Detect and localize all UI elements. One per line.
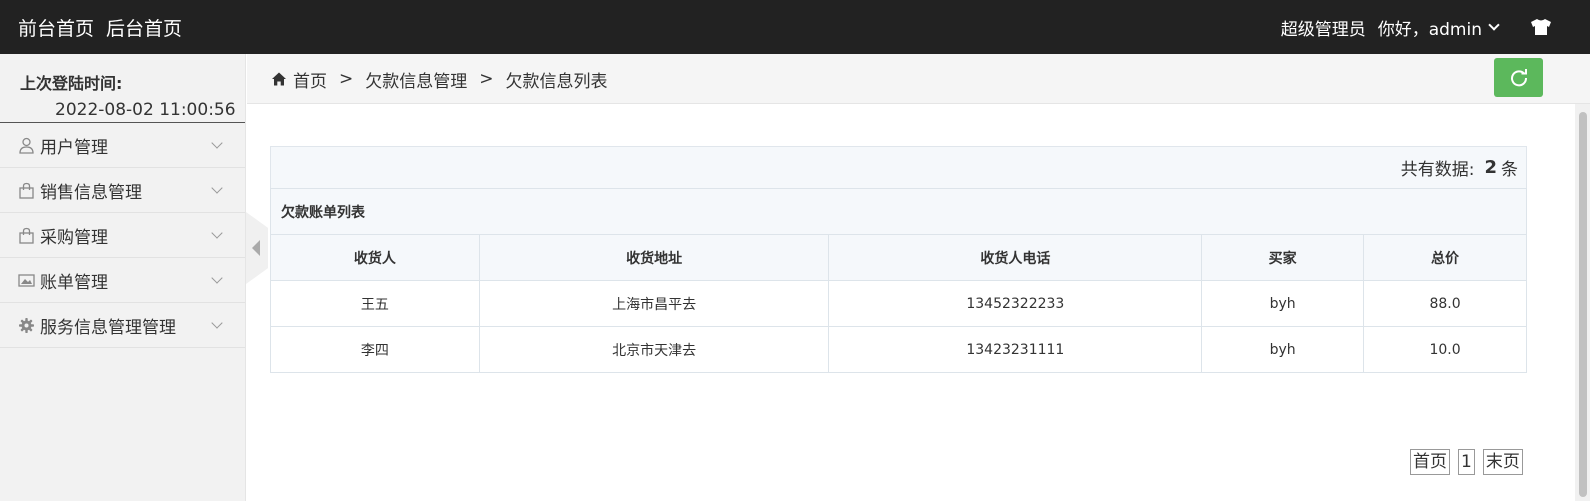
debt-table: 收货人 收货地址 收货人电话 买家 总价 王五 上海市昌平去 134523222… — [270, 234, 1527, 373]
scrollbar-thumb[interactable] — [1579, 112, 1587, 497]
sidebar-item-label: 用户管理 — [40, 137, 108, 158]
sidebar: 上次登陆时间: 2022-08-02 11:00:56 用户管理 销售信息管理 … — [0, 54, 246, 501]
column-header-phone: 收货人电话 — [828, 234, 1203, 281]
top-header: 前台首页 后台首页 超级管理员 你好，admin — [0, 0, 1590, 54]
top-nav: 前台首页 后台首页 — [18, 0, 194, 54]
cell-phone: 13452322233 — [828, 280, 1203, 327]
shopping-bag-icon — [19, 227, 34, 244]
sidebar-collapse-handle[interactable] — [246, 212, 268, 284]
chevron-down-icon — [211, 272, 223, 284]
last-login-label: 上次登陆时间: — [20, 74, 123, 93]
pager-first-button[interactable]: 首页 — [1410, 449, 1450, 475]
table-header-row: 收货人 收货地址 收货人电话 买家 总价 — [270, 234, 1527, 281]
cell-buyer: byh — [1201, 326, 1365, 373]
cell-total: 88.0 — [1363, 280, 1527, 327]
pager-last-button[interactable]: 末页 — [1482, 449, 1523, 475]
record-count-bar: 共有数据: 2 条 — [270, 146, 1527, 189]
user-menu-toggle[interactable]: 你好，admin — [1377, 15, 1500, 40]
chevron-down-icon — [211, 317, 223, 329]
cell-phone: 13423231111 — [828, 326, 1203, 373]
record-count-label: 共有数据: — [1400, 160, 1475, 180]
refresh-button[interactable] — [1494, 58, 1543, 97]
breadcrumb-current: 欠款信息列表 — [505, 71, 608, 92]
sidebar-item-purchase[interactable]: 采购管理 — [0, 213, 245, 258]
pagination: 首页 1 末页 — [1402, 449, 1523, 475]
sidebar-item-label: 服务信息管理管理 — [40, 317, 176, 338]
picture-icon — [18, 273, 35, 287]
refresh-icon — [1510, 68, 1527, 86]
sidebar-item-label: 账单管理 — [40, 272, 108, 293]
table-caption: 欠款账单列表 — [270, 188, 1527, 234]
greeting: 你好，admin — [1377, 19, 1482, 40]
last-login-time: 2022-08-02 11:00:56 — [55, 100, 236, 120]
cell-address: 北京市天津去 — [478, 326, 830, 373]
chevron-down-icon — [211, 137, 223, 149]
breadcrumb-separator: > — [339, 69, 354, 89]
sidebar-item-label: 采购管理 — [40, 227, 108, 248]
tshirt-icon[interactable] — [1530, 18, 1552, 36]
table-row: 王五 上海市昌平去 13452322233 byh 88.0 — [270, 280, 1527, 327]
column-header-total: 总价 — [1363, 234, 1527, 281]
backend-home-link[interactable]: 后台首页 — [106, 14, 182, 41]
record-count-value: 2 — [1484, 157, 1497, 178]
cell-receiver: 李四 — [270, 326, 480, 373]
breadcrumb-bar: 首页 > 欠款信息管理 > 欠款信息列表 — [247, 54, 1590, 104]
sidebar-item-user-management[interactable]: 用户管理 — [0, 123, 245, 168]
user-icon — [19, 137, 34, 154]
sidebar-item-sales-info[interactable]: 销售信息管理 — [0, 168, 245, 213]
pager-page-1[interactable]: 1 — [1458, 449, 1475, 475]
cell-receiver: 王五 — [270, 280, 480, 327]
frontend-home-link[interactable]: 前台首页 — [18, 14, 94, 41]
last-login-panel: 上次登陆时间: 2022-08-02 11:00:56 — [0, 54, 245, 123]
breadcrumb-debt-management[interactable]: 欠款信息管理 — [365, 67, 467, 92]
chevron-down-icon — [211, 182, 223, 194]
breadcrumb-separator: > — [479, 69, 494, 89]
debt-table-panel: 欠款账单列表 收货人 收货地址 收货人电话 买家 总价 王五 上海市昌平去 13… — [270, 188, 1527, 373]
breadcrumb: 首页 > 欠款信息管理 > 欠款信息列表 — [271, 54, 608, 104]
record-count-unit: 条 — [1501, 160, 1518, 180]
gear-icon — [19, 317, 34, 333]
column-header-receiver: 收货人 — [270, 234, 480, 281]
chevron-down-icon — [211, 227, 223, 239]
breadcrumb-home[interactable]: 首页 — [293, 67, 327, 92]
sidebar-item-label: 销售信息管理 — [40, 182, 142, 203]
user-role: 超级管理员 — [1280, 19, 1366, 40]
cell-address: 上海市昌平去 — [478, 280, 830, 327]
user-area: 超级管理员 你好，admin — [1281, 0, 1590, 54]
shopping-bag-icon — [19, 182, 34, 199]
sidebar-item-service-info[interactable]: 服务信息管理管理 — [0, 303, 245, 348]
cell-total: 10.0 — [1363, 326, 1527, 373]
column-header-address: 收货地址 — [478, 234, 830, 281]
home-icon — [272, 72, 286, 86]
sidebar-item-bills[interactable]: 账单管理 — [0, 258, 245, 303]
column-header-buyer: 买家 — [1201, 234, 1365, 281]
cell-buyer: byh — [1201, 280, 1365, 327]
chevron-down-icon — [1488, 19, 1500, 31]
table-row: 李四 北京市天津去 13423231111 byh 10.0 — [270, 326, 1527, 373]
